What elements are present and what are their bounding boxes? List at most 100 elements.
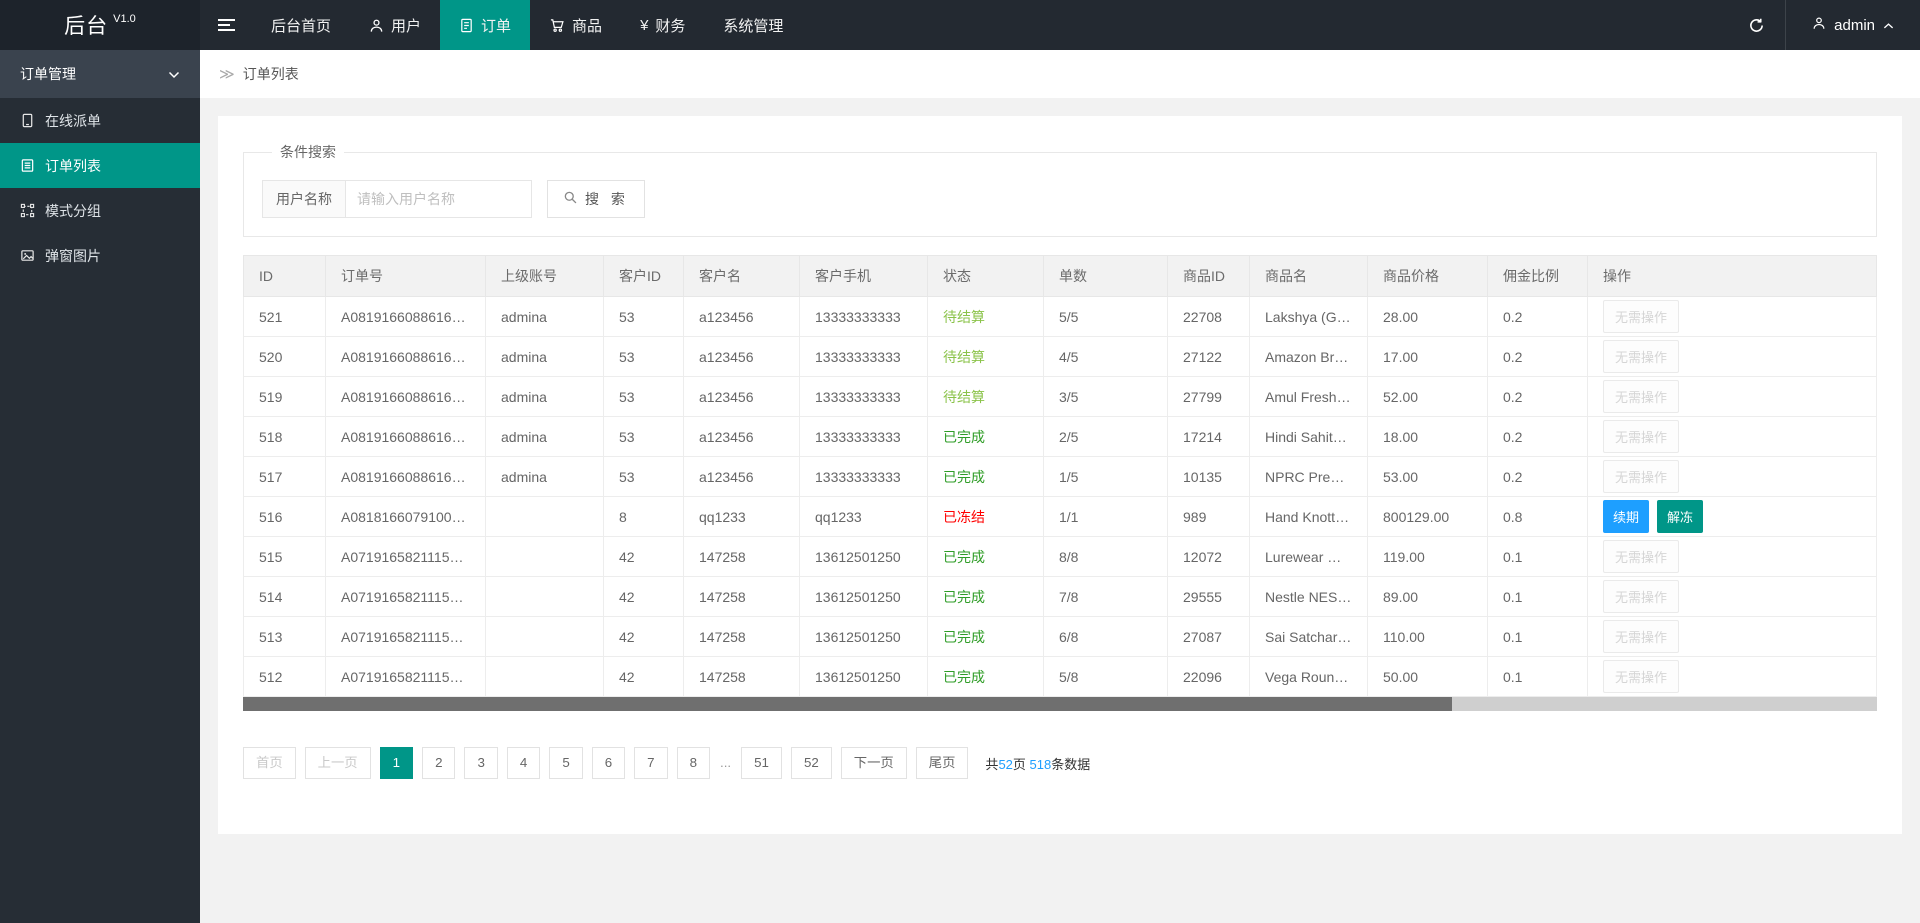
cell-id: 518 xyxy=(244,417,326,457)
actions-cell: 无需操作 xyxy=(1588,297,1877,337)
status-badge: 已完成 xyxy=(943,629,985,645)
column-header: 订单号 xyxy=(326,256,486,297)
search-button[interactable]: 搜 索 xyxy=(547,180,645,218)
renew-button[interactable]: 续期 xyxy=(1603,500,1649,533)
cell-customer-phone: 13333333333 xyxy=(800,297,928,337)
page-button[interactable]: 7 xyxy=(634,747,667,779)
username-input[interactable] xyxy=(346,180,532,218)
page-button[interactable]: 52 xyxy=(791,747,832,779)
nav-item-system[interactable]: 系统管理 xyxy=(704,0,802,50)
sidebar-item-online-dispatch[interactable]: 在线派单 xyxy=(0,98,200,143)
page-button: 上一页 xyxy=(305,747,371,779)
no-action-button: 无需操作 xyxy=(1603,540,1679,573)
cell-order-no: A07191658211158814 xyxy=(326,577,486,617)
sidebar-item-label: 模式分组 xyxy=(45,201,101,221)
dispatch-icon xyxy=(20,113,35,128)
nav-item-orders[interactable]: 订单 xyxy=(440,0,530,50)
cell-count: 5/8 xyxy=(1044,657,1168,697)
nav-item-products[interactable]: 商品 xyxy=(530,0,621,50)
no-action-button: 无需操作 xyxy=(1603,300,1679,333)
yen-icon: ¥ xyxy=(640,17,648,34)
cell-customer-id: 42 xyxy=(604,577,684,617)
actions-cell: 无需操作 xyxy=(1588,657,1877,697)
cell-product-id: 22708 xyxy=(1168,297,1250,337)
cell-product-id: 12072 xyxy=(1168,537,1250,577)
status-badge: 已完成 xyxy=(943,669,985,685)
main-content: 条件搜索 用户名称 搜 索 ID订单号上级账号客户ID客户 xyxy=(200,98,1920,923)
refresh-icon[interactable] xyxy=(1727,0,1785,50)
search-panel: 条件搜索 用户名称 搜 索 xyxy=(243,142,1877,237)
cell-parent-account: admina xyxy=(486,297,604,337)
cell-price: 89.00 xyxy=(1368,577,1488,617)
cell-product-id: 17214 xyxy=(1168,417,1250,457)
no-action-button: 无需操作 xyxy=(1603,380,1679,413)
cell-price: 18.00 xyxy=(1368,417,1488,457)
cell-count: 7/8 xyxy=(1044,577,1168,617)
cell-count: 8/8 xyxy=(1044,537,1168,577)
menu-toggle-icon[interactable] xyxy=(200,0,252,50)
total-pages: 52 xyxy=(998,757,1012,772)
unfreeze-button[interactable]: 解冻 xyxy=(1657,500,1703,533)
breadcrumb-label: 订单列表 xyxy=(243,64,299,84)
cell-product-id: 27087 xyxy=(1168,617,1250,657)
sidebar-item-label: 在线派单 xyxy=(45,111,101,131)
cell-customer-name: a123456 xyxy=(684,457,800,497)
page-button[interactable]: 8 xyxy=(677,747,710,779)
search-icon xyxy=(563,190,578,208)
table-row: 513A071916582111588394214725813612501250… xyxy=(244,617,1877,657)
table-row: 515A071916582111584674214725813612501250… xyxy=(244,537,1877,577)
cell-customer-phone: 13612501250 xyxy=(800,657,928,697)
user-menu[interactable]: admin xyxy=(1785,0,1920,50)
cell-count: 1/5 xyxy=(1044,457,1168,497)
sidebar-item-order-list[interactable]: 订单列表 xyxy=(0,143,200,188)
horizontal-scrollbar-thumb[interactable] xyxy=(243,697,1452,711)
sidebar-section-orders[interactable]: 订单管理 xyxy=(0,50,200,98)
page-button[interactable]: 4 xyxy=(507,747,540,779)
status-badge: 已完成 xyxy=(943,469,985,485)
search-row: 用户名称 搜 索 xyxy=(262,180,1858,218)
orders-table-wrap: ID订单号上级账号客户ID客户名客户手机状态单数商品ID商品名商品价格佣金比例操… xyxy=(243,255,1877,711)
cell-parent-account: admina xyxy=(486,417,604,457)
cell-order-no: A08181660791008281 xyxy=(326,497,486,537)
cell-customer-name: a123456 xyxy=(684,337,800,377)
nav-item-home[interactable]: 后台首页 xyxy=(252,0,350,50)
no-action-button: 无需操作 xyxy=(1603,660,1679,693)
page-button[interactable]: 1 xyxy=(380,747,413,779)
page-button[interactable]: 2 xyxy=(422,747,455,779)
nav-item-finance[interactable]: ¥ 财务 xyxy=(621,0,704,50)
page-ellipsis: ... xyxy=(719,747,732,779)
page-button[interactable]: 3 xyxy=(464,747,497,779)
page-button[interactable]: 5 xyxy=(549,747,582,779)
sidebar-item-popup-image[interactable]: 弹窗图片 xyxy=(0,233,200,278)
status-cell: 已完成 xyxy=(928,577,1044,617)
cell-ratio: 0.2 xyxy=(1488,377,1588,417)
table-row: 520A08191660886169248admina53a1234561333… xyxy=(244,337,1877,377)
page-button[interactable]: 6 xyxy=(592,747,625,779)
cell-product-id: 22096 xyxy=(1168,657,1250,697)
status-badge: 已完成 xyxy=(943,549,985,565)
cell-customer-name: 147258 xyxy=(684,617,800,657)
sidebar-item-mode-group[interactable]: 模式分组 xyxy=(0,188,200,233)
cell-product-id: 10135 xyxy=(1168,457,1250,497)
cell-id: 517 xyxy=(244,457,326,497)
nav-item-users[interactable]: 用户 xyxy=(350,0,440,50)
page-button[interactable]: 下一页 xyxy=(841,747,907,779)
status-cell: 已冻结 xyxy=(928,497,1044,537)
cell-count: 3/5 xyxy=(1044,377,1168,417)
cell-count: 6/8 xyxy=(1044,617,1168,657)
cell-customer-name: a123456 xyxy=(684,417,800,457)
column-header: 客户手机 xyxy=(800,256,928,297)
nav-item-label: 用户 xyxy=(391,15,421,36)
search-button-label: 搜 索 xyxy=(585,189,629,209)
cell-order-no: A08191660886169788 xyxy=(326,417,486,457)
cell-customer-phone: 13333333333 xyxy=(800,377,928,417)
page-button[interactable]: 51 xyxy=(741,747,782,779)
status-badge: 已完成 xyxy=(943,589,985,605)
sidebar-item-label: 订单列表 xyxy=(45,156,101,176)
status-cell: 待结算 xyxy=(928,337,1044,377)
cell-price: 28.00 xyxy=(1368,297,1488,337)
cell-parent-account xyxy=(486,577,604,617)
page-button[interactable]: 尾页 xyxy=(916,747,969,779)
pagination-summary: 共52页 518条数据 xyxy=(985,754,1090,773)
cell-ratio: 0.2 xyxy=(1488,297,1588,337)
